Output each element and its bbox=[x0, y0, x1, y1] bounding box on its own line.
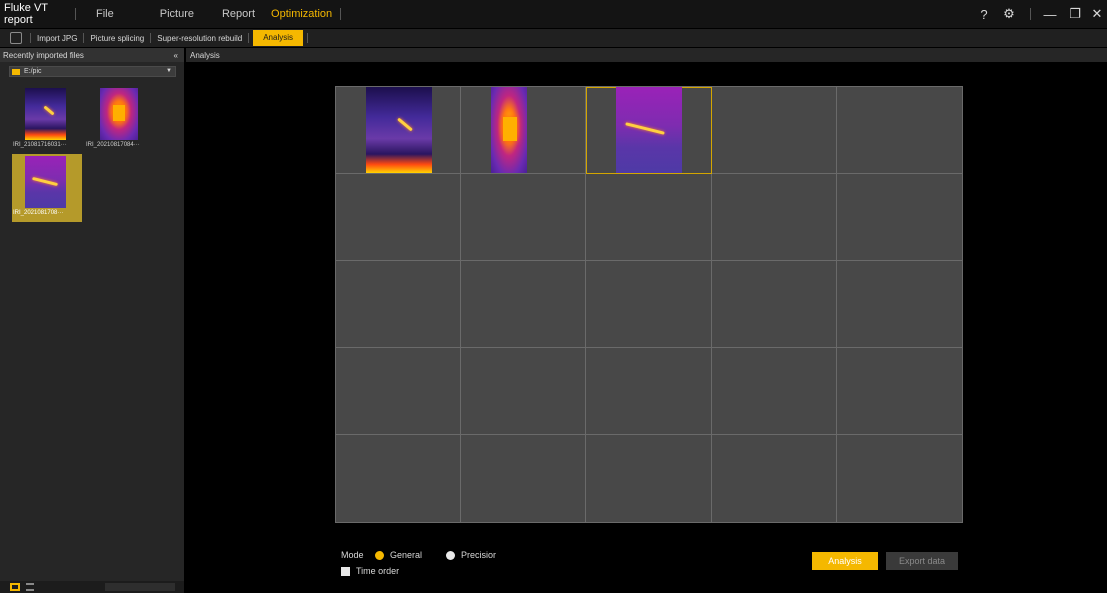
recent-files-title: Recently imported files bbox=[3, 50, 84, 60]
grid-slot[interactable] bbox=[836, 348, 962, 435]
recent-files-panel: Recently imported files « E:/pic ▼ IRI_2… bbox=[0, 48, 184, 593]
folder-path-value: E:/pic bbox=[24, 68, 42, 75]
toolbar-separator bbox=[248, 33, 250, 43]
folder-path-select[interactable]: E:/pic ▼ bbox=[9, 66, 176, 77]
help-icon[interactable]: ? bbox=[975, 0, 993, 28]
minimize-icon[interactable]: — bbox=[1040, 0, 1060, 28]
title-separator bbox=[75, 8, 76, 20]
grid-slot[interactable] bbox=[336, 348, 462, 435]
file-name: IRI_2021081708··· bbox=[13, 210, 64, 216]
hot-streak bbox=[625, 122, 666, 135]
toolbar-separator bbox=[307, 33, 308, 43]
grid-slot[interactable] bbox=[336, 261, 462, 348]
grid-slot-selected[interactable] bbox=[586, 87, 712, 174]
file-thumbnail[interactable]: IRI_20210817084··· bbox=[85, 86, 155, 154]
super-resolution-button[interactable]: Super-resolution rebuild bbox=[151, 34, 248, 43]
menu-file[interactable]: File bbox=[96, 8, 114, 20]
hot-streak bbox=[43, 105, 55, 116]
mode-general-radio[interactable]: General bbox=[375, 550, 422, 560]
close-icon[interactable]: ✕ bbox=[1088, 0, 1106, 28]
panel-footer bbox=[0, 581, 184, 593]
menu-report[interactable]: Report bbox=[222, 8, 255, 20]
hot-spot bbox=[503, 117, 518, 141]
thermal-image bbox=[366, 87, 432, 173]
grid-slot[interactable] bbox=[461, 348, 587, 435]
picture-splicing-button[interactable]: Picture splicing bbox=[84, 34, 150, 43]
horizontal-scrollbar[interactable] bbox=[105, 583, 175, 591]
grid-slot[interactable] bbox=[836, 174, 962, 261]
grid-slot[interactable] bbox=[711, 87, 837, 174]
import-jpg-button[interactable]: Import JPG bbox=[31, 34, 83, 43]
checkbox-box bbox=[341, 566, 350, 576]
time-order-label: Time order bbox=[356, 566, 400, 576]
dropdown-arrow-icon: ▼ bbox=[166, 68, 172, 74]
mode-general-label: General bbox=[390, 550, 423, 560]
hot-spot bbox=[113, 105, 125, 121]
grid-slot[interactable] bbox=[712, 435, 837, 522]
analysis-workspace: Mode General Precisior Time order Analys… bbox=[186, 63, 1107, 593]
menu-picture[interactable]: Picture bbox=[160, 8, 194, 20]
recent-files-header: Recently imported files « bbox=[0, 48, 184, 62]
app-title: Fluke VT report bbox=[4, 2, 48, 26]
radio-unselected-icon bbox=[446, 550, 455, 560]
hot-streak bbox=[32, 176, 58, 187]
thermal-image bbox=[491, 87, 528, 173]
document-icon[interactable] bbox=[10, 32, 22, 44]
grid-slot[interactable] bbox=[461, 87, 587, 174]
grid-slot[interactable] bbox=[836, 261, 962, 348]
grid-slot[interactable] bbox=[461, 261, 587, 348]
optimization-toolbar: Import JPG Picture splicing Super-resolu… bbox=[0, 29, 1107, 47]
title-bar: Fluke VT report File Picture Report Opti… bbox=[0, 0, 1107, 28]
grid-slot[interactable] bbox=[711, 261, 837, 348]
thermal-image bbox=[25, 88, 66, 140]
analysis-tab-button[interactable]: Analysis bbox=[253, 30, 303, 46]
grid-slot[interactable] bbox=[336, 87, 462, 174]
file-name: IRI_20210817084··· bbox=[86, 142, 140, 148]
image-slot-grid bbox=[335, 86, 963, 523]
grid-slot[interactable] bbox=[586, 174, 712, 261]
file-thumbnail[interactable]: IRI_21081716031··· bbox=[12, 86, 82, 154]
menu-optimization[interactable]: Optimization bbox=[271, 8, 332, 20]
restore-icon[interactable]: ❐ bbox=[1065, 0, 1085, 28]
thermal-image bbox=[100, 88, 138, 140]
mode-precision-radio[interactable]: Precisior bbox=[446, 550, 496, 560]
grid-slot[interactable] bbox=[336, 174, 462, 261]
mode-precision-label: Precisior bbox=[461, 550, 497, 560]
mode-label: Mode bbox=[341, 550, 364, 560]
grid-slot[interactable] bbox=[586, 261, 712, 348]
grid-slot[interactable] bbox=[586, 435, 712, 522]
grid-slot[interactable] bbox=[711, 174, 837, 261]
radio-selected-icon bbox=[375, 550, 384, 560]
export-data-button[interactable]: Export data bbox=[886, 552, 958, 570]
collapse-panel-icon[interactable]: « bbox=[174, 51, 178, 60]
grid-slot[interactable] bbox=[461, 435, 587, 522]
thermal-image bbox=[616, 87, 683, 173]
file-name: IRI_21081716031··· bbox=[13, 142, 67, 148]
thermal-image bbox=[25, 156, 66, 208]
folder-icon bbox=[12, 68, 20, 75]
hot-streak bbox=[397, 117, 413, 132]
grid-slot[interactable] bbox=[711, 348, 837, 435]
analysis-button[interactable]: Analysis bbox=[812, 552, 878, 570]
list-view-icon[interactable] bbox=[26, 583, 34, 591]
grid-slot[interactable] bbox=[336, 435, 462, 522]
menu-separator bbox=[340, 8, 342, 20]
analysis-panel-title: Analysis bbox=[190, 50, 220, 60]
settings-icon[interactable]: ⚙ bbox=[1000, 0, 1018, 28]
analysis-panel-header: Analysis bbox=[186, 48, 1107, 62]
file-thumbnail-selected[interactable]: IRI_2021081708··· bbox=[12, 154, 82, 222]
winctl-separator bbox=[1030, 8, 1031, 20]
grid-slot[interactable] bbox=[586, 348, 712, 435]
time-order-checkbox[interactable]: Time order bbox=[341, 566, 399, 576]
grid-slot[interactable] bbox=[837, 435, 962, 522]
grid-slot[interactable] bbox=[836, 87, 962, 174]
grid-slot[interactable] bbox=[461, 174, 587, 261]
grid-view-icon[interactable] bbox=[10, 583, 20, 591]
